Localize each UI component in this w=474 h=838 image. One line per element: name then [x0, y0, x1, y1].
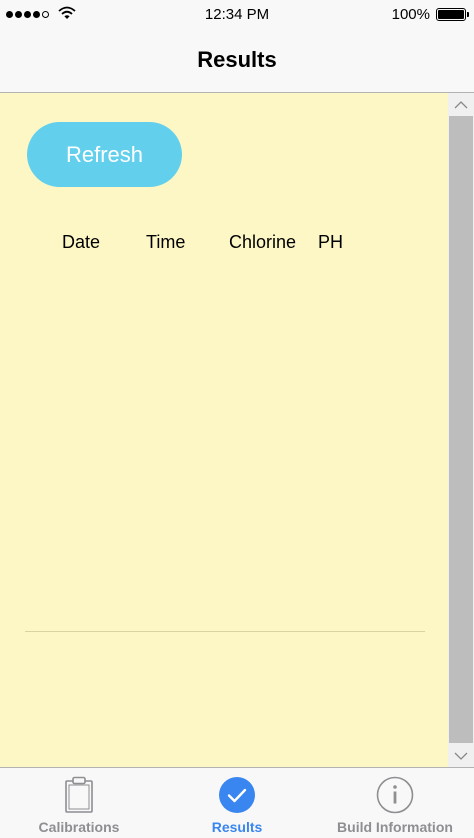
- vertical-scrollbar[interactable]: [448, 93, 474, 767]
- refresh-button[interactable]: Refresh: [27, 122, 182, 187]
- tab-label: Calibrations: [38, 819, 120, 835]
- checkmark-circle-icon: [219, 777, 255, 813]
- battery-icon: [436, 8, 469, 21]
- status-bar: 12:34 PM 100%: [0, 0, 474, 30]
- tab-build-information[interactable]: Build Information: [316, 768, 474, 838]
- page-title: Results: [197, 47, 277, 72]
- navigation-bar: Results: [0, 30, 474, 93]
- results-content: Refresh Date Time Chlorine PH: [0, 93, 474, 767]
- tab-bar: Calibrations Results Build Information: [0, 767, 474, 838]
- scroll-down-button[interactable]: [448, 745, 474, 767]
- column-header-date: Date: [62, 232, 101, 252]
- chevron-down-icon: [454, 752, 468, 760]
- tab-calibrations[interactable]: Calibrations: [0, 768, 158, 838]
- column-header-chlorine: Chlorine: [229, 232, 297, 252]
- tab-label: Build Information: [337, 819, 453, 835]
- scrollbar-thumb[interactable]: [449, 116, 473, 743]
- tab-label: Results: [211, 819, 263, 835]
- clipboard-icon: [65, 776, 93, 813]
- scroll-up-button[interactable]: [448, 93, 474, 115]
- chevron-up-icon: [454, 100, 468, 108]
- list-divider: [25, 631, 425, 632]
- column-header-time: Time: [146, 232, 186, 252]
- battery-percentage: 100%: [391, 6, 430, 23]
- tab-results[interactable]: Results: [158, 768, 316, 838]
- info-circle-icon: [376, 776, 414, 814]
- column-header-ph: PH: [318, 232, 344, 252]
